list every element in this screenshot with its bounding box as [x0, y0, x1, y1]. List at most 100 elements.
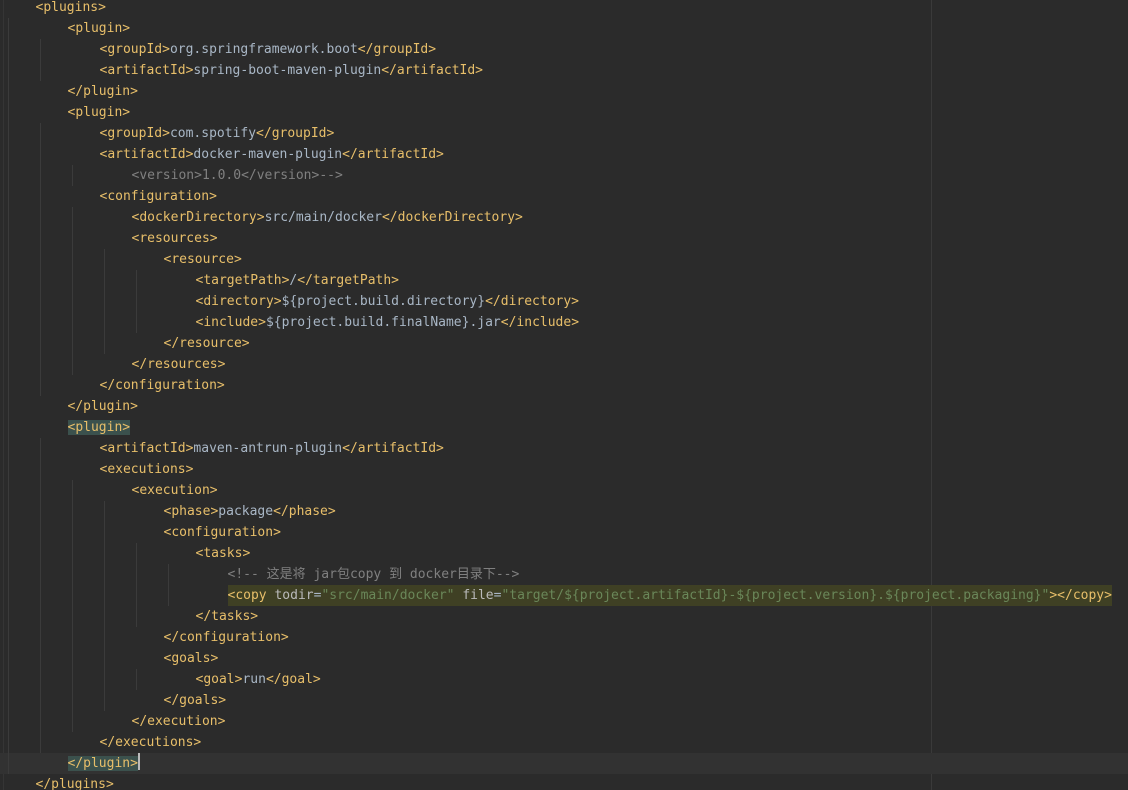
code-line[interactable]: </plugin>	[0, 396, 1128, 417]
xml-attribute-value: "src/main/docker"	[321, 588, 455, 603]
code-line[interactable]: <plugin>	[0, 18, 1128, 39]
xml-tag: <artifactId>	[99, 63, 194, 78]
indent-guide	[135, 564, 137, 585]
indent-guide	[103, 627, 105, 648]
xml-tag: </groupId>	[357, 42, 437, 57]
line-tokens: <plugins>	[36, 0, 106, 18]
code-line[interactable]: </configuration>	[0, 627, 1128, 648]
code-line[interactable]: <version>1.0.0</version>-->	[0, 165, 1128, 186]
indent-guide	[39, 648, 41, 669]
code-line[interactable]: <!-- 这是将 jar包copy 到 docker目录下-->	[0, 564, 1128, 585]
xml-tag: <groupId>	[99, 42, 170, 57]
code-line[interactable]: <phase>package</phase>	[0, 501, 1128, 522]
code-line[interactable]: <plugin>	[0, 417, 1128, 438]
indent-guide	[71, 480, 73, 501]
indent-guide	[103, 270, 105, 291]
code-line[interactable]: <plugins>	[0, 0, 1128, 18]
indent-guide	[7, 291, 9, 312]
code-line[interactable]: <artifactId>maven-antrun-plugin</artifac…	[0, 438, 1128, 459]
code-line[interactable]: <artifactId>docker-maven-plugin</artifac…	[0, 144, 1128, 165]
line-tokens: <resources>	[132, 228, 218, 249]
code-line[interactable]: <artifactId>spring-boot-maven-plugin</ar…	[0, 60, 1128, 81]
indent-guide	[7, 417, 9, 438]
line-tokens: <executions>	[100, 459, 194, 480]
code-line[interactable]: <resources>	[0, 228, 1128, 249]
code-line[interactable]: <targetPath>/</targetPath>	[0, 270, 1128, 291]
xml-tag: <groupId>	[99, 126, 170, 141]
xml-tag: </phase>	[273, 504, 336, 519]
indent-guide	[7, 165, 9, 186]
xml-tag: <plugin>	[67, 420, 131, 435]
code-line[interactable]: <plugin>	[0, 102, 1128, 123]
code-line[interactable]: <directory>${project.build.directory}</d…	[0, 291, 1128, 312]
code-line[interactable]: </goals>	[0, 690, 1128, 711]
code-line[interactable]: <dockerDirectory>src/main/docker</docker…	[0, 207, 1128, 228]
line-tokens: <goals>	[164, 648, 219, 669]
xml-tag: <plugin>	[67, 21, 131, 36]
line-tokens: <plugin>	[68, 102, 131, 123]
code-line[interactable]: </plugin>	[0, 81, 1128, 102]
code-line[interactable]: <copy todir="src/main/docker" file="targ…	[0, 585, 1128, 606]
indent-guide	[39, 375, 41, 396]
code-line[interactable]: </execution>	[0, 711, 1128, 732]
xml-tag: <goals>	[163, 651, 219, 666]
indent-guide	[39, 585, 41, 606]
code-line[interactable]: <configuration>	[0, 522, 1128, 543]
xml-tag: </resources>	[131, 357, 226, 372]
line-tokens: </resources>	[132, 354, 226, 375]
code-line[interactable]: <goal>run</goal>	[0, 669, 1128, 690]
indent-guide	[71, 312, 73, 333]
code-line[interactable]: </plugin>	[0, 753, 1128, 774]
code-line[interactable]: <executions>	[0, 459, 1128, 480]
xml-tag: </resource>	[163, 336, 250, 351]
code-line[interactable]: <execution>	[0, 480, 1128, 501]
indent-guide	[71, 627, 73, 648]
indent-guide	[71, 522, 73, 543]
indent-guide	[7, 228, 9, 249]
indent-guide	[71, 249, 73, 270]
code-line[interactable]: </configuration>	[0, 375, 1128, 396]
indent-guide	[39, 228, 41, 249]
code-line[interactable]: <goals>	[0, 648, 1128, 669]
code-line[interactable]: <configuration>	[0, 186, 1128, 207]
code-line[interactable]: <tasks>	[0, 543, 1128, 564]
indent-guide	[103, 690, 105, 711]
indent-guide	[39, 270, 41, 291]
indent-guide	[103, 564, 105, 585]
indent-guide	[39, 627, 41, 648]
xml-tag: </executions>	[99, 735, 202, 750]
indent-guide	[7, 438, 9, 459]
xml-tag: </plugins>	[35, 777, 114, 790]
code-line[interactable]: <resource>	[0, 249, 1128, 270]
xml-tag: <goal>	[195, 672, 243, 687]
indent-guide	[7, 501, 9, 522]
code-editor[interactable]: <plugins> <plugin> <groupId>org.springfram…	[0, 0, 1128, 790]
line-tokens: <artifactId>maven-antrun-plugin</artifac…	[100, 438, 444, 459]
code-line[interactable]: </plugins>	[0, 774, 1128, 790]
line-tokens: <resource>	[164, 249, 242, 270]
indent-guide	[7, 102, 9, 123]
code-line[interactable]: <include>${project.build.finalName}.jar<…	[0, 312, 1128, 333]
code-line[interactable]: <groupId>org.springframework.boot</group…	[0, 39, 1128, 60]
indent-guide	[135, 585, 137, 606]
xml-tag: <resources>	[131, 231, 218, 246]
xml-tag: <executions>	[99, 462, 194, 477]
indent-guide	[71, 543, 73, 564]
code-line[interactable]: <groupId>com.spotify</groupId>	[0, 123, 1128, 144]
line-tokens: <!-- 这是将 jar包copy 到 docker目录下-->	[228, 564, 520, 585]
xml-tag: <targetPath>	[195, 273, 290, 288]
code-line[interactable]: </executions>	[0, 732, 1128, 753]
xml-tag: </goal>	[265, 672, 321, 687]
xml-tag: </configuration>	[99, 378, 225, 393]
code-line[interactable]: </resources>	[0, 354, 1128, 375]
xml-tag: </configuration>	[163, 630, 289, 645]
indent-guide	[71, 270, 73, 291]
line-tokens: <plugin>	[67, 417, 131, 438]
line-tokens: </execution>	[132, 711, 226, 732]
code-line[interactable]: </tasks>	[0, 606, 1128, 627]
indent-guide	[39, 165, 41, 186]
code-line[interactable]: </resource>	[0, 333, 1128, 354]
xml-tag: <plugins>	[35, 0, 106, 15]
indent-guide	[71, 711, 73, 732]
xml-text: spring-boot-maven-plugin	[193, 63, 382, 78]
